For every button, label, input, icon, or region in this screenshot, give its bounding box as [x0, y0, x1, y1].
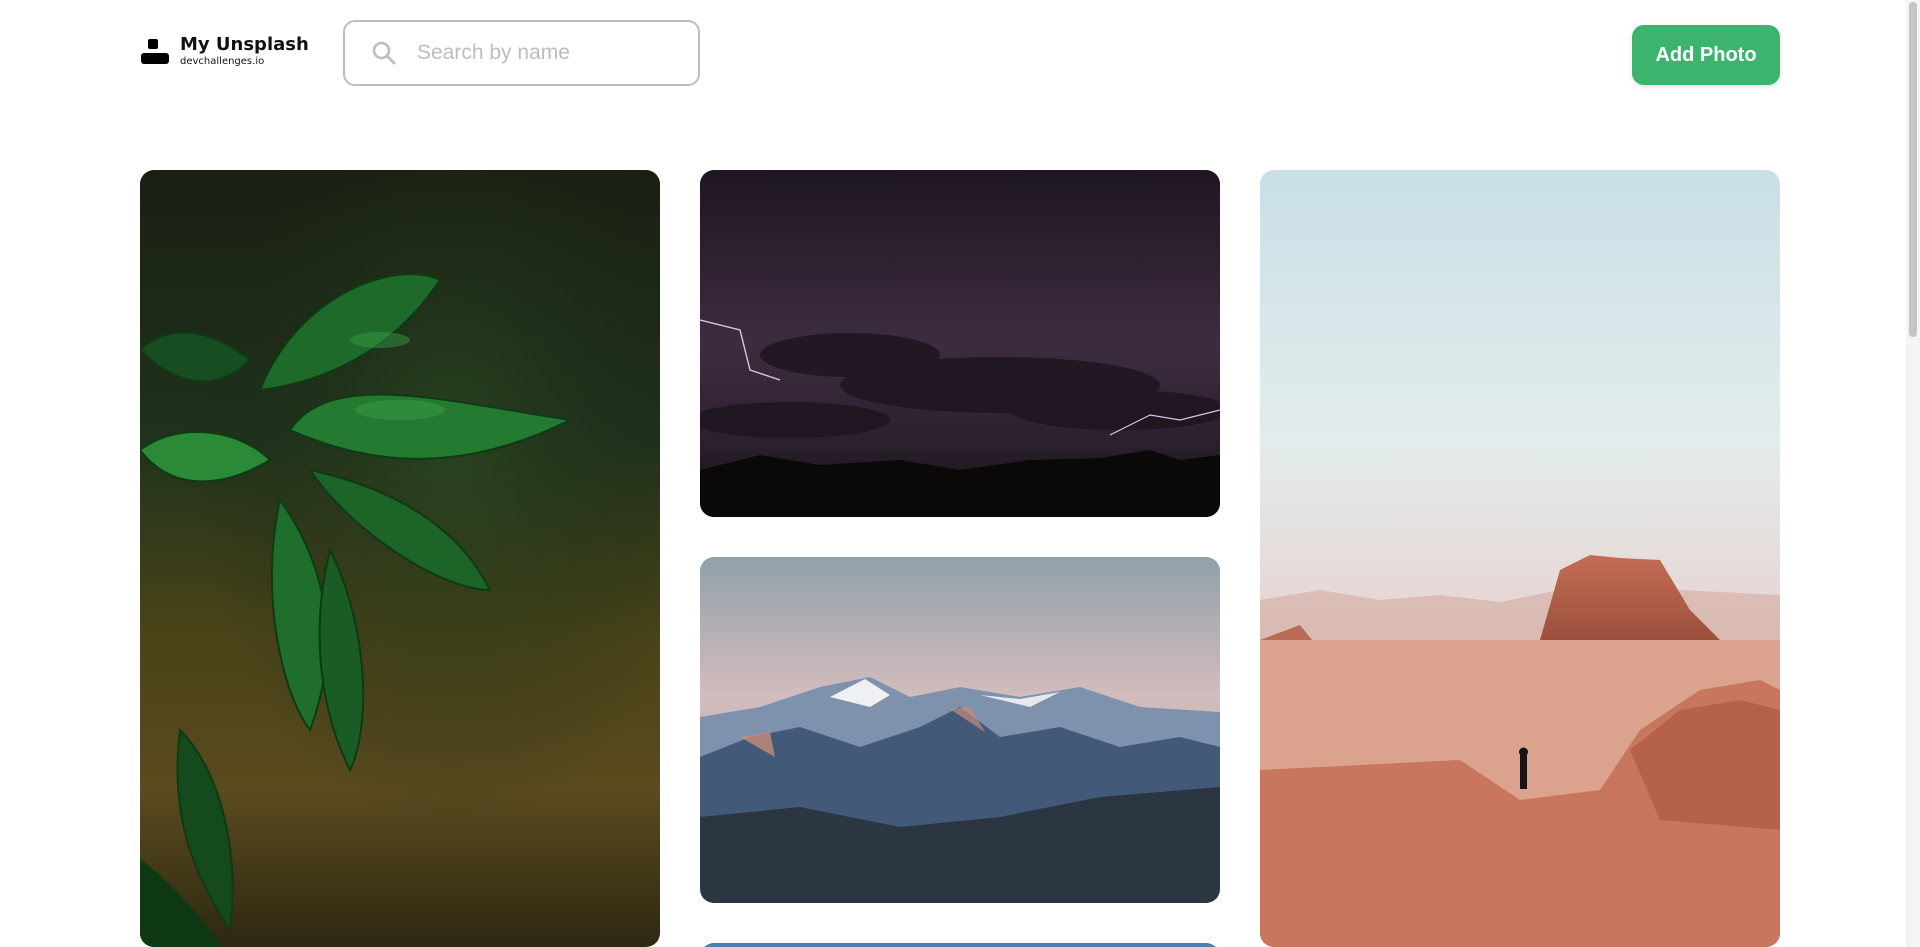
- logo-subtitle: devchallenges.io: [180, 56, 265, 67]
- photo-card[interactable]: [700, 170, 1220, 517]
- photo-leaves-image: [140, 170, 660, 947]
- photo-desert-image: [1260, 170, 1780, 947]
- scrollbar[interactable]: [1906, 0, 1920, 947]
- search-input[interactable]: [415, 40, 689, 66]
- logo-text: My Unsplash devchallenges.io: [180, 36, 309, 67]
- photo-sky-image: [700, 943, 1220, 947]
- photo-card[interactable]: [700, 943, 1220, 947]
- search-icon: [372, 41, 396, 65]
- photo-lightning-image: [700, 170, 1220, 517]
- page: My Unsplash devchallenges.io Add Photo: [0, 0, 1920, 947]
- photo-mountains-image: [700, 557, 1220, 903]
- add-photo-button[interactable]: Add Photo: [1632, 25, 1780, 85]
- photo-card[interactable]: [700, 557, 1220, 903]
- logo-title: My Unsplash: [180, 34, 309, 55]
- unsplash-person-logo-icon: [140, 38, 170, 65]
- photo-card[interactable]: [1260, 170, 1780, 947]
- logo[interactable]: My Unsplash devchallenges.io: [140, 36, 309, 67]
- header: My Unsplash devchallenges.io Add Photo: [0, 0, 1920, 110]
- scrollbar-thumb[interactable]: [1909, 2, 1917, 337]
- search-box[interactable]: [343, 20, 700, 86]
- photo-card[interactable]: [140, 170, 660, 947]
